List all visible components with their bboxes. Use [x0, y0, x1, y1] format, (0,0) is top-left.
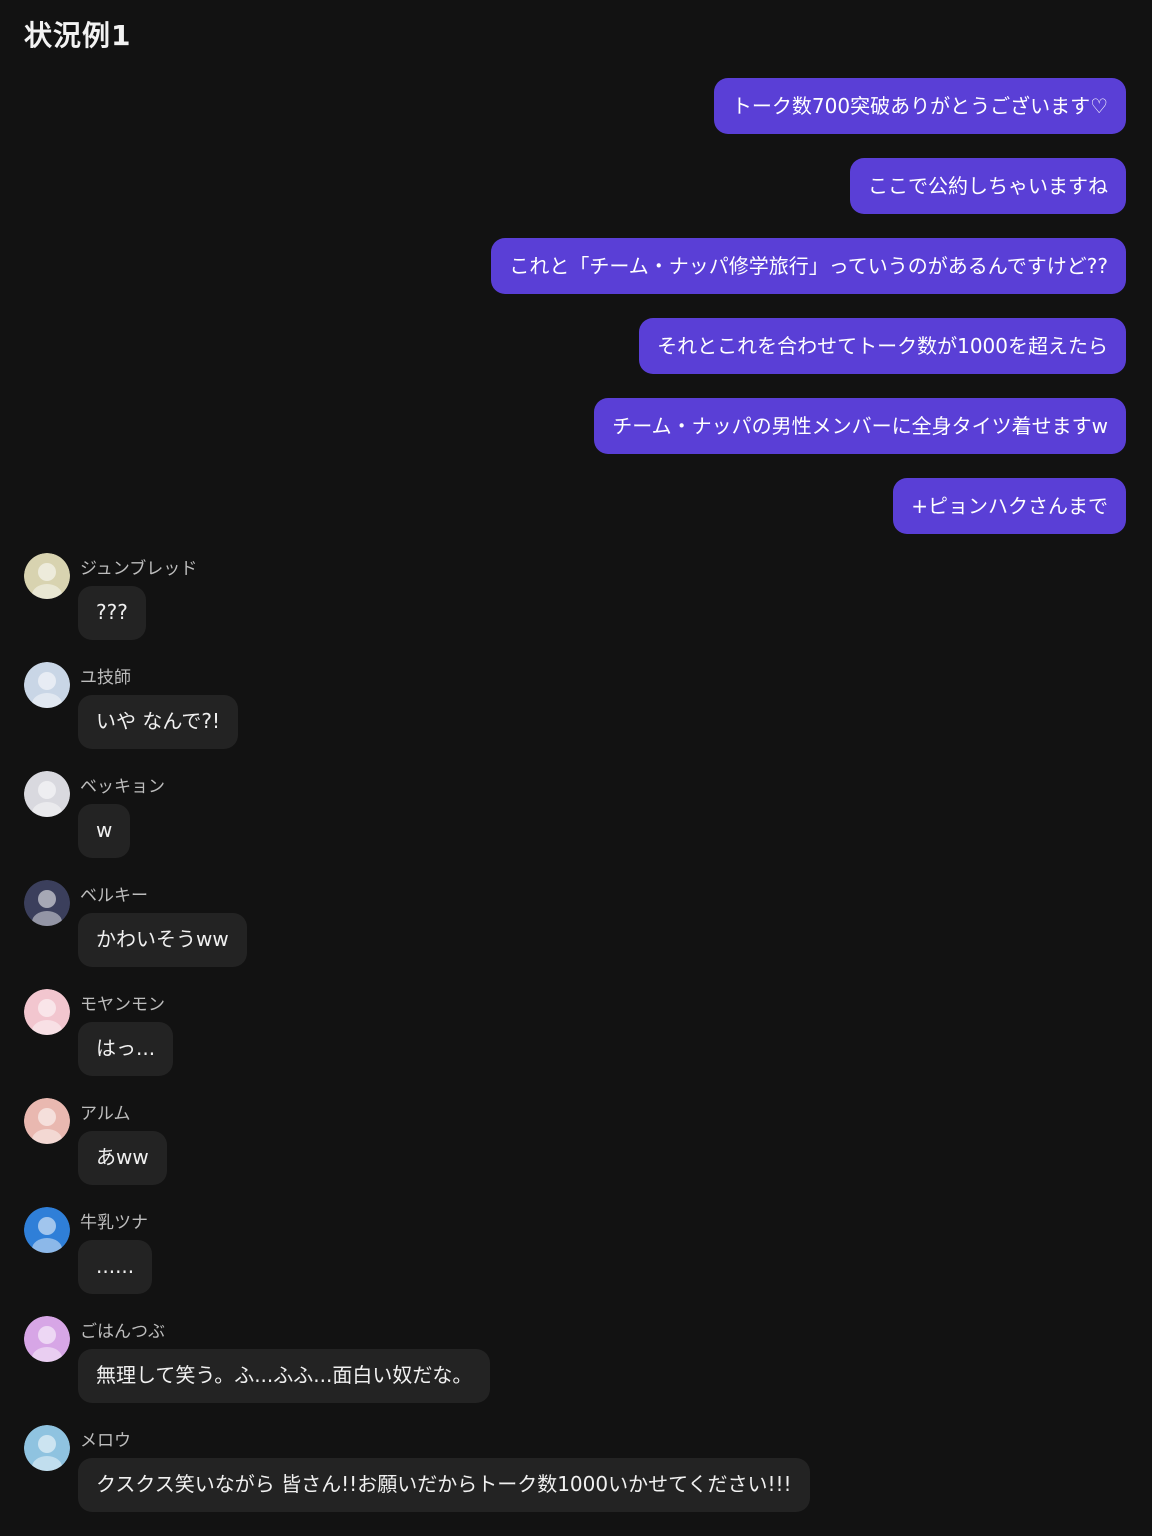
received-message[interactable]: かわいそうww — [78, 913, 247, 967]
received-message[interactable]: クスクス笑いながら 皆さん!!お願いだからトーク数1000いかせてください!!! — [78, 1458, 810, 1512]
avatar-image — [24, 1316, 70, 1362]
sent-message[interactable]: それとこれを合わせてトーク数が1000を超えたら — [639, 318, 1126, 374]
sender-name[interactable]: ベッキョン — [80, 772, 165, 797]
received-message-item: 牛乳ツナ ...... — [24, 1206, 1124, 1315]
avatar[interactable] — [24, 771, 70, 817]
received-message[interactable]: いや なんで?! — [78, 695, 238, 749]
avatar-image — [24, 1207, 70, 1253]
sent-message[interactable]: ここで公約しちゃいますね — [850, 158, 1126, 214]
received-message-item: アルム あww — [24, 1097, 1124, 1206]
avatar-image — [24, 771, 70, 817]
sender-name[interactable]: アルム — [80, 1099, 131, 1124]
avatar[interactable] — [24, 989, 70, 1035]
sender-name[interactable]: モヤンモン — [80, 990, 165, 1015]
sender-name[interactable]: 牛乳ツナ — [80, 1208, 148, 1233]
avatar-image — [24, 989, 70, 1035]
received-message-list: ジュンブレッド ??? ユ技師 いや なんで?! ベッキョン w ベルキー かわ… — [24, 552, 1124, 1533]
sent-message[interactable]: チーム・ナッパの男性メンバーに全身タイツ着せますw — [594, 398, 1126, 454]
received-message[interactable]: ...... — [78, 1240, 153, 1294]
sent-message-list: トーク数700突破ありがとうございます♡ ここで公約しちゃいますね これと「チー… — [491, 78, 1126, 558]
received-message-item: ごはんつぶ 無理して笑う。ふ...ふふ...面白い奴だな。 — [24, 1315, 1124, 1424]
avatar[interactable] — [24, 1098, 70, 1144]
received-message[interactable]: w — [78, 804, 131, 858]
received-message-item: モヤンモン はっ... — [24, 988, 1124, 1097]
sent-message[interactable]: トーク数700突破ありがとうございます♡ — [713, 78, 1126, 134]
avatar[interactable] — [24, 553, 70, 599]
avatar-image — [24, 553, 70, 599]
avatar[interactable] — [24, 1207, 70, 1253]
avatar-image — [24, 1098, 70, 1144]
avatar-image — [24, 1425, 70, 1471]
received-message[interactable]: はっ... — [78, 1022, 174, 1076]
avatar[interactable] — [24, 1316, 70, 1362]
avatar-image — [24, 880, 70, 926]
received-message[interactable]: 無理して笑う。ふ...ふふ...面白い奴だな。 — [78, 1349, 491, 1403]
sent-message[interactable]: これと「チーム・ナッパ修学旅行」っていうのがあるんですけど?? — [491, 238, 1126, 294]
sender-name[interactable]: ベルキー — [80, 881, 148, 906]
sender-name[interactable]: ユ技師 — [80, 663, 131, 688]
received-message[interactable]: ??? — [78, 586, 146, 640]
received-message-item: ベッキョン w — [24, 770, 1124, 879]
received-message-item: ユ技師 いや なんで?! — [24, 661, 1124, 770]
sent-message[interactable]: +ピョンハクさんまで — [893, 478, 1126, 534]
avatar[interactable] — [24, 1425, 70, 1471]
avatar[interactable] — [24, 662, 70, 708]
received-message-item: メロウ クスクス笑いながら 皆さん!!お願いだからトーク数1000いかせてくださ… — [24, 1424, 1124, 1533]
sender-name[interactable]: メロウ — [80, 1426, 131, 1451]
avatar[interactable] — [24, 880, 70, 926]
page-title: 状況例1 — [24, 19, 132, 52]
received-message-item: ベルキー かわいそうww — [24, 879, 1124, 988]
received-message[interactable]: あww — [78, 1131, 167, 1185]
sender-name[interactable]: ジュンブレッド — [80, 554, 197, 579]
received-message-item: ジュンブレッド ??? — [24, 552, 1124, 661]
avatar-image — [24, 662, 70, 708]
chat-screen: 状況例1 トーク数700突破ありがとうございます♡ ここで公約しちゃいますね こ… — [0, 0, 1152, 1536]
sender-name[interactable]: ごはんつぶ — [80, 1317, 165, 1342]
